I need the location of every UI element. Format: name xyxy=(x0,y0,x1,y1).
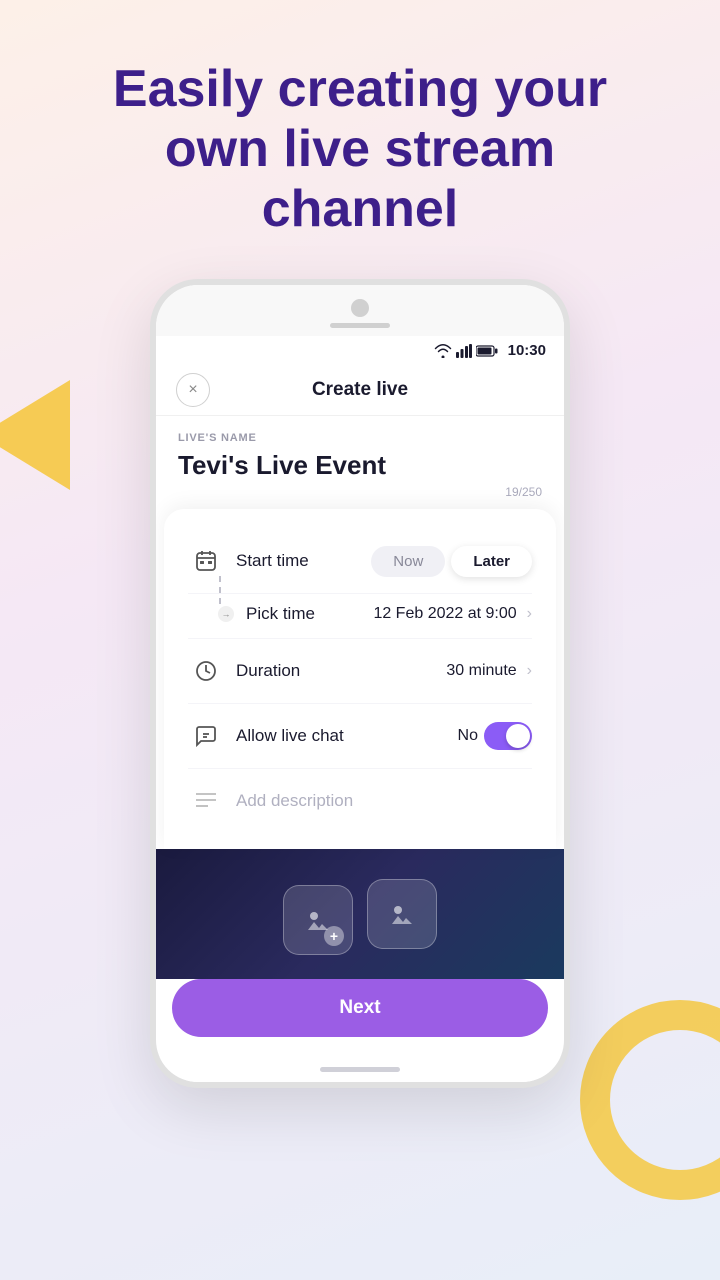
allow-chat-label: Allow live chat xyxy=(236,726,458,746)
allow-chat-value: No xyxy=(458,722,532,750)
icon-plus: + xyxy=(324,926,344,946)
pick-time-value[interactable]: 12 Feb 2022 at 9:00 › xyxy=(373,605,532,623)
home-indicator xyxy=(320,1067,400,1072)
char-count: 19/250 xyxy=(178,485,542,499)
phone-camera xyxy=(351,299,369,317)
start-time-row: Start time Now Later xyxy=(188,529,532,594)
now-button[interactable]: Now xyxy=(371,546,445,577)
live-name-field[interactable]: Tevi's Live Event xyxy=(178,450,542,481)
description-row[interactable]: Add description xyxy=(188,769,532,833)
phone-container: 10:30 × Create live LIVE'S NAME Tevi's L… xyxy=(0,279,720,1088)
live-chat-toggle[interactable] xyxy=(484,722,532,750)
phone-mockup: 10:30 × Create live LIVE'S NAME Tevi's L… xyxy=(150,279,570,1088)
pick-time-row[interactable]: → Pick time 12 Feb 2022 at 9:00 › xyxy=(188,594,532,639)
allow-chat-row: Allow live chat No xyxy=(188,704,532,769)
arrow-indicator: → xyxy=(218,606,234,622)
header-title: Create live xyxy=(312,379,408,401)
duration-icon xyxy=(188,653,224,689)
duration-label: Duration xyxy=(236,661,446,681)
start-time-label: Start time xyxy=(236,551,371,571)
battery-icon xyxy=(476,345,498,357)
settings-panel: Start time Now Later → Pick time 12 Feb … xyxy=(164,509,556,849)
wifi-icon xyxy=(434,344,452,358)
description-placeholder[interactable]: Add description xyxy=(236,791,532,811)
later-button[interactable]: Later xyxy=(451,546,532,577)
status-time: 10:30 xyxy=(508,342,546,359)
app-header: × Create live xyxy=(156,365,564,416)
phone-bottom-bar xyxy=(156,1057,564,1082)
phone-speaker xyxy=(330,323,390,328)
toggle-thumb xyxy=(506,724,530,748)
start-time-toggle[interactable]: Now Later xyxy=(371,546,532,577)
status-bar: 10:30 xyxy=(156,336,564,365)
phone-top xyxy=(156,285,564,336)
description-icon xyxy=(188,783,224,819)
pick-time-label: Pick time xyxy=(246,604,373,624)
image-preview: + xyxy=(156,849,564,979)
duration-value: 30 minute › xyxy=(446,662,532,680)
hero-title: Easily creating your own live stream cha… xyxy=(60,60,660,239)
app-icons-grid: + xyxy=(283,879,437,949)
hero-section: Easily creating your own live stream cha… xyxy=(0,0,720,269)
form-area: LIVE'S NAME Tevi's Live Event 19/250 xyxy=(156,416,564,509)
signal-icon xyxy=(456,344,472,358)
pick-time-chevron: › xyxy=(527,605,532,623)
field-label: LIVE'S NAME xyxy=(178,432,542,444)
next-button[interactable]: Next xyxy=(172,979,548,1037)
app-icon-2 xyxy=(367,879,437,949)
duration-row[interactable]: Duration 30 minute › xyxy=(188,639,532,704)
app-icon-1: + xyxy=(283,885,353,955)
dashed-connector xyxy=(219,576,221,604)
calendar-icon xyxy=(188,543,224,579)
chat-icon xyxy=(188,718,224,754)
close-button[interactable]: × xyxy=(176,373,210,407)
duration-chevron: › xyxy=(527,662,532,680)
status-icons xyxy=(434,344,498,358)
